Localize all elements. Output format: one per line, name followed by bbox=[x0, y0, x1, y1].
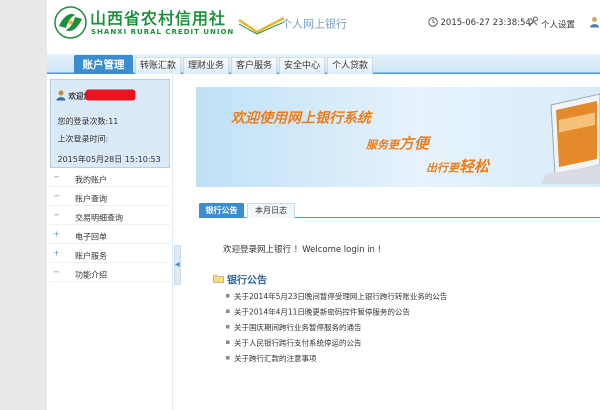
sidebar-item-my-account[interactable]: − 我的账户 bbox=[50, 168, 170, 187]
expand-icon: + bbox=[53, 248, 60, 258]
sidebar-item-label: 账户服务 bbox=[75, 251, 108, 261]
announcement-item[interactable]: 关于2014年4月11日晚更新密码控件暂停服务的公告 bbox=[226, 305, 596, 321]
announcement-link[interactable]: 关于跨行汇款的注意事项 bbox=[234, 353, 317, 364]
sidebar-toggle[interactable]: ◀ bbox=[174, 245, 181, 285]
main-nav: 账户管理 转账汇款 理财业务 客户服务 安全中心 个人贷款 bbox=[47, 54, 600, 74]
tab-personal-loan[interactable]: 个人贷款 bbox=[327, 57, 373, 74]
sidebar: 欢迎您 您的登录次数:11 上次登录时间: 2015年05月28日 15:10:… bbox=[47, 74, 173, 410]
welcome-message: 欢迎登录网上银行 ！Welcome login in ! bbox=[223, 244, 382, 255]
banner-tagline-service: 服务更方便 bbox=[366, 135, 430, 153]
announcement-item[interactable]: 关于人民银行跨行支付系统停运的公告 bbox=[226, 336, 596, 352]
clock-icon bbox=[428, 17, 438, 27]
announcement-link[interactable]: 关于国庆期间跨行业务暂停服务的通告 bbox=[234, 322, 362, 333]
announcement-link[interactable]: 关于人民银行跨行支付系统停运的公告 bbox=[234, 338, 362, 349]
bullet-icon bbox=[226, 356, 230, 360]
tab-wealth-management[interactable]: 理财业务 bbox=[183, 57, 229, 74]
announcement-item[interactable]: 关于国庆期间跨行业务暂停服务的通告 bbox=[226, 320, 596, 336]
content-tabs: 银行公告 本月日志 bbox=[199, 202, 600, 218]
tab-monthly-log[interactable]: 本月日志 bbox=[247, 203, 295, 218]
user-icon[interactable] bbox=[588, 15, 600, 28]
bullet-icon bbox=[226, 325, 230, 329]
bullet-icon bbox=[226, 294, 230, 298]
sidebar-item-transaction-query[interactable]: − 交易明细查询 bbox=[50, 206, 170, 225]
folder-icon bbox=[213, 275, 224, 283]
tab-transfer[interactable]: 转账汇款 bbox=[135, 57, 181, 74]
sidebar-item-label: 交易明细查询 bbox=[75, 213, 124, 223]
collapse-icon: − bbox=[53, 267, 60, 277]
collapse-icon: − bbox=[53, 210, 60, 220]
bullet-icon bbox=[226, 340, 230, 344]
tab-customer-service[interactable]: 客户服务 bbox=[231, 57, 277, 74]
welcome-banner: 欢迎使用网上银行系统 服务更方便 出行更轻松 bbox=[196, 87, 600, 187]
sidebar-menu: − 我的账户 − 账户查询 − 交易明细查询 + 电子回单 + 账户服务 − 功… bbox=[50, 168, 170, 282]
announcement-link[interactable]: 关于2014年4月11日晚更新密码控件暂停服务的公告 bbox=[234, 307, 410, 318]
person-icon bbox=[56, 90, 66, 101]
logo-swoosh-icon bbox=[238, 16, 285, 35]
sidebar-item-account-services[interactable]: + 账户服务 bbox=[50, 244, 170, 263]
banner-headline: 欢迎使用网上银行系统 bbox=[231, 109, 372, 127]
last-login-time: 2015年05月28日 15:10:53 bbox=[57, 154, 161, 165]
bullet-icon bbox=[226, 309, 230, 313]
announcement-item[interactable]: 关于跨行汇款的注意事项 bbox=[226, 351, 596, 367]
banner-tagline-travel: 出行更轻松 bbox=[426, 158, 490, 176]
tab-bank-announcements[interactable]: 银行公告 bbox=[199, 203, 244, 218]
announcement-item[interactable]: 关于2014年5月23日晚间暂停受理网上银行跨行转账业务的公告 bbox=[226, 289, 596, 305]
announcements-title: 银行公告 bbox=[227, 274, 267, 286]
banking-title: 个人网上银行 bbox=[281, 18, 348, 31]
announcement-link[interactable]: 关于2014年5月23日晚间暂停受理网上银行跨行转账业务的公告 bbox=[234, 291, 447, 302]
expand-icon: + bbox=[53, 229, 60, 239]
announcement-list: 关于2014年5月23日晚间暂停受理网上银行跨行转账业务的公告 关于2014年4… bbox=[226, 289, 596, 367]
login-count: 您的登录次数:11 bbox=[57, 116, 119, 127]
personal-settings-link[interactable]: 个人设置 bbox=[541, 18, 575, 30]
tools-icon[interactable] bbox=[527, 15, 540, 28]
sidebar-item-label: 功能介绍 bbox=[75, 270, 108, 280]
redacted-username bbox=[85, 89, 136, 101]
laptop-illustration-icon bbox=[541, 93, 600, 184]
left-gutter bbox=[0, 0, 47, 410]
sidebar-item-feature-intro[interactable]: − 功能介绍 bbox=[50, 263, 170, 282]
last-login-label: 上次登录时间: bbox=[57, 134, 109, 144]
bank-name-english: SHANXI RURAL CREDIT UNION bbox=[91, 28, 235, 36]
collapse-icon: − bbox=[53, 172, 60, 182]
tab-account-management[interactable]: 账户管理 bbox=[74, 55, 133, 74]
sidebar-item-e-receipt[interactable]: + 电子回单 bbox=[50, 225, 170, 244]
bank-name: 山西省农村信用社 bbox=[90, 9, 227, 28]
collapse-icon: − bbox=[53, 191, 60, 201]
tab-security-center[interactable]: 安全中心 bbox=[279, 57, 325, 74]
bank-logo-icon bbox=[54, 6, 87, 39]
sidebar-item-label: 电子回单 bbox=[75, 232, 108, 242]
chevron-left-icon: ◀ bbox=[175, 260, 180, 268]
sidebar-item-account-query[interactable]: − 账户查询 bbox=[50, 187, 170, 206]
sidebar-item-label: 账户查询 bbox=[75, 194, 108, 204]
page-header: 山西省农村信用社 SHANXI RURAL CREDIT UNION 个人网上银… bbox=[47, 0, 600, 46]
current-datetime: 2015-06-27 23:38:54 bbox=[440, 17, 531, 28]
user-info-panel: 欢迎您 您的登录次数:11 上次登录时间: 2015年05月28日 15:10:… bbox=[50, 79, 170, 168]
sidebar-item-label: 我的账户 bbox=[75, 175, 108, 185]
